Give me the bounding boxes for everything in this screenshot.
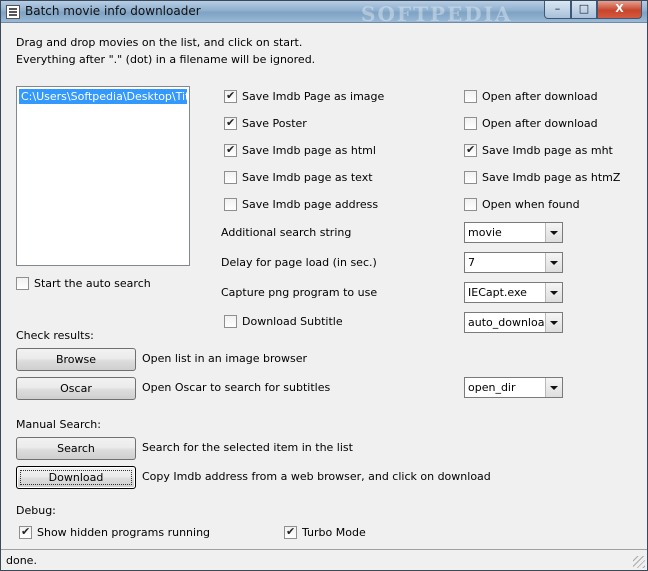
- save-imdb-html-checkbox[interactable]: [224, 143, 237, 157]
- save-imdb-address-label: Save Imdb page address: [242, 198, 379, 211]
- delay-label: Delay for page load (in sec.): [221, 256, 377, 269]
- oscar-mode-value: open_dir: [468, 381, 516, 394]
- turbo-mode-label: Turbo Mode: [302, 526, 366, 539]
- open-when-found-checkbox[interactable]: [464, 198, 477, 211]
- download-description: Copy Imdb address from a web browser, an…: [142, 470, 491, 483]
- instruction-line-2: Everything after "." (dot) in a filename…: [16, 53, 316, 66]
- subtitle-mode-combo[interactable]: auto_download: [464, 312, 563, 333]
- save-imdb-address-checkbox[interactable]: [224, 198, 237, 211]
- chevron-down-icon[interactable]: [545, 378, 562, 397]
- search-description: Search for the selected item in the list: [142, 441, 353, 454]
- close-button[interactable]: X: [597, 1, 642, 19]
- app-window: Batch movie info downloader SOFTPEDIA – …: [0, 0, 648, 571]
- auto-search-checkbox[interactable]: [16, 277, 29, 290]
- save-imdb-text-label: Save Imdb page as text: [242, 171, 373, 184]
- delay-combo[interactable]: 7: [464, 252, 563, 273]
- chevron-down-icon[interactable]: [545, 313, 562, 332]
- show-hidden-programs-label: Show hidden programs running: [37, 526, 211, 539]
- save-poster-label: Save Poster: [242, 117, 307, 130]
- save-imdb-image-label: Save Imdb Page as image: [242, 90, 385, 103]
- oscar-mode-combo[interactable]: open_dir: [464, 377, 563, 398]
- search-string-combo[interactable]: movie: [464, 222, 563, 243]
- resize-grip-icon[interactable]: [633, 556, 645, 568]
- title-bar[interactable]: Batch movie info downloader SOFTPEDIA – …: [1, 1, 647, 26]
- save-imdb-htmz-label: Save Imdb page as htmZ: [482, 171, 621, 184]
- save-imdb-htmz-checkbox[interactable]: [464, 171, 477, 184]
- status-text: done.: [6, 554, 37, 567]
- manual-search-heading: Manual Search:: [16, 418, 101, 431]
- open-after-download-poster-label: Open after download: [482, 117, 598, 130]
- chevron-down-icon[interactable]: [545, 253, 562, 272]
- delay-value: 7: [468, 256, 475, 269]
- search-string-value: movie: [468, 226, 502, 239]
- browse-button[interactable]: Browse: [16, 348, 136, 371]
- open-when-found-label: Open when found: [482, 198, 580, 211]
- debug-heading: Debug:: [16, 504, 56, 517]
- save-imdb-html-label: Save Imdb page as html: [242, 144, 376, 157]
- open-after-download-image-label: Open after download: [482, 90, 598, 103]
- check-results-heading: Check results:: [16, 329, 94, 342]
- save-imdb-text-checkbox[interactable]: [224, 171, 237, 184]
- auto-search-label: Start the auto search: [34, 277, 151, 290]
- capture-program-combo[interactable]: IECapt.exe: [464, 282, 563, 303]
- chevron-down-icon[interactable]: [545, 223, 562, 242]
- capture-program-label: Capture png program to use: [221, 286, 378, 299]
- download-button[interactable]: Download: [16, 466, 136, 489]
- download-subtitle-checkbox[interactable]: [224, 315, 237, 328]
- open-after-download-image-checkbox[interactable]: [464, 90, 477, 103]
- movie-list[interactable]: C:\Users\Softpedia\Desktop\Titanic: [16, 86, 190, 266]
- oscar-description: Open Oscar to search for subtitles: [142, 381, 331, 394]
- browse-description: Open list in an image browser: [142, 352, 308, 365]
- show-hidden-programs-checkbox[interactable]: [19, 525, 32, 539]
- save-poster-checkbox[interactable]: [224, 116, 237, 130]
- maximize-button[interactable]: □: [571, 1, 597, 19]
- instruction-line-1: Drag and drop movies on the list, and cl…: [16, 36, 303, 49]
- app-icon: [6, 5, 20, 19]
- save-imdb-image-checkbox[interactable]: [224, 89, 237, 103]
- open-after-download-poster-checkbox[interactable]: [464, 117, 477, 130]
- search-string-label: Additional search string: [221, 226, 352, 239]
- search-button[interactable]: Search: [16, 437, 136, 460]
- oscar-button[interactable]: Oscar: [16, 377, 136, 400]
- chevron-down-icon[interactable]: [545, 283, 562, 302]
- status-bar: done.: [1, 549, 647, 570]
- turbo-mode-checkbox[interactable]: [284, 525, 297, 539]
- window-title: Batch movie info downloader: [25, 4, 201, 18]
- list-item[interactable]: C:\Users\Softpedia\Desktop\Titanic: [19, 89, 187, 104]
- download-subtitle-label: Download Subtitle: [242, 315, 343, 328]
- save-imdb-mht-checkbox[interactable]: [464, 143, 477, 157]
- minimize-button[interactable]: –: [544, 1, 571, 19]
- subtitle-mode-value: auto_download: [468, 316, 552, 329]
- watermark-logo: SOFTPEDIA: [361, 2, 513, 26]
- capture-program-value: IECapt.exe: [468, 286, 527, 299]
- save-imdb-mht-label: Save Imdb page as mht: [482, 144, 613, 157]
